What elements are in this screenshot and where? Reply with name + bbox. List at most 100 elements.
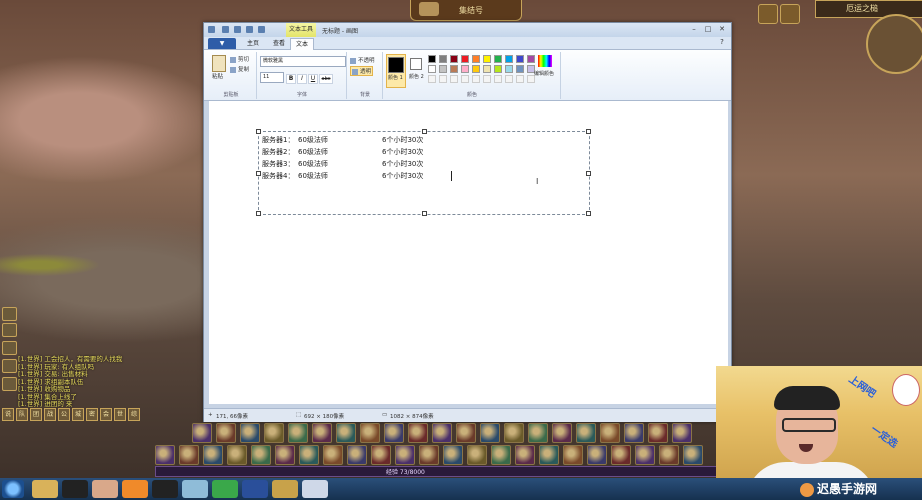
resize-handle[interactable] — [586, 171, 591, 176]
color1-button[interactable]: 颜色 1 — [386, 54, 406, 88]
tab-view[interactable]: 查看 — [266, 38, 292, 49]
chat-tab[interactable]: 团 — [30, 408, 42, 421]
folder-icon[interactable] — [32, 480, 58, 498]
action-slot-icon[interactable] — [336, 423, 356, 443]
palette-swatch[interactable] — [450, 65, 458, 73]
help-app-icon[interactable] — [122, 480, 148, 498]
palette-swatch[interactable] — [516, 65, 524, 73]
action-slot-icon[interactable] — [299, 445, 319, 465]
resize-handle[interactable] — [422, 211, 427, 216]
sword-icon[interactable] — [780, 4, 800, 24]
palette-swatch[interactable] — [527, 55, 535, 63]
customize-quick-access-icon[interactable] — [258, 26, 265, 33]
obs-icon[interactable] — [62, 480, 88, 498]
tab-file[interactable]: ▼ — [208, 38, 236, 49]
action-slot-icon[interactable] — [384, 423, 404, 443]
action-slot-icon[interactable] — [203, 445, 223, 465]
cut-button[interactable]: 剪切 — [230, 55, 249, 63]
redo-icon[interactable] — [246, 26, 253, 33]
action-slot-icon[interactable] — [312, 423, 332, 443]
palette-swatch[interactable] — [516, 55, 524, 63]
paint-icon[interactable] — [302, 480, 328, 498]
palette-swatch[interactable] — [472, 65, 480, 73]
palette-swatch[interactable] — [505, 55, 513, 63]
palette-swatch[interactable] — [439, 65, 447, 73]
transparent-button[interactable]: 透明 — [350, 66, 374, 76]
action-slot-icon[interactable] — [504, 423, 524, 443]
action-slot-icon[interactable] — [360, 423, 380, 443]
chat-social-icon[interactable] — [2, 323, 17, 337]
action-slot-icon[interactable] — [600, 423, 620, 443]
chat-tab[interactable]: 公 — [58, 408, 70, 421]
action-slot-icon[interactable] — [419, 445, 439, 465]
italic-button[interactable]: I — [297, 74, 307, 84]
action-slot-icon[interactable] — [515, 445, 535, 465]
help-icon[interactable]: ? — [716, 38, 728, 47]
palette-swatch[interactable] — [505, 65, 513, 73]
color2-button[interactable]: 颜色 2 — [408, 54, 426, 86]
font-size-select[interactable]: 11 — [260, 72, 284, 83]
edit-colors-button[interactable]: 编辑颜色 — [534, 70, 554, 77]
copy-button[interactable]: 复制 — [230, 65, 249, 73]
edit-colors-icon[interactable] — [538, 55, 552, 67]
maximize-icon[interactable]: □ — [702, 25, 714, 34]
buff-icon[interactable] — [758, 4, 778, 24]
action-slot-icon[interactable] — [611, 445, 631, 465]
resize-handle[interactable] — [422, 129, 427, 134]
palette-swatch[interactable] — [472, 55, 480, 63]
palette-swatch[interactable] — [428, 55, 436, 63]
palette-swatch[interactable] — [461, 55, 469, 63]
strikethrough-button[interactable]: abc — [319, 74, 333, 84]
save-icon[interactable] — [222, 26, 229, 33]
action-slot-icon[interactable] — [539, 445, 559, 465]
action-slot-icon[interactable] — [528, 423, 548, 443]
action-slot-icon[interactable] — [179, 445, 199, 465]
palette-swatch-empty[interactable] — [450, 75, 458, 83]
action-slot-icon[interactable] — [683, 445, 703, 465]
chat-tab[interactable]: 综 — [128, 408, 140, 421]
action-slot-icon[interactable] — [216, 423, 236, 443]
palette-swatch[interactable] — [483, 65, 491, 73]
chat-app-icon[interactable] — [182, 480, 208, 498]
undo-icon[interactable] — [234, 26, 241, 33]
opaque-button[interactable]: 不透明 — [350, 56, 375, 64]
action-slot-icon[interactable] — [552, 423, 572, 443]
action-slot-icon[interactable] — [443, 445, 463, 465]
text-box[interactable]: 服务器1： 60级法师 6个小时30次 服务器2： 60级法师 6个小时30次 服务器3… — [256, 129, 591, 216]
chat-tab[interactable]: 城 — [72, 408, 84, 421]
action-slot-icon[interactable] — [456, 423, 476, 443]
action-slot-icon[interactable] — [323, 445, 343, 465]
palette-swatch[interactable] — [494, 55, 502, 63]
action-slot-icon[interactable] — [480, 423, 500, 443]
chat-emote-icon[interactable] — [2, 341, 17, 355]
tab-home[interactable]: 主页 — [240, 38, 266, 49]
action-slot-icon[interactable] — [408, 423, 428, 443]
action-slot-icon[interactable] — [672, 423, 692, 443]
chat-tab[interactable]: 密 — [86, 408, 98, 421]
minimap[interactable] — [866, 14, 922, 74]
action-slot-icon[interactable] — [635, 445, 655, 465]
action-slot-icon[interactable] — [659, 445, 679, 465]
chat-scroll-bottom-icon[interactable] — [2, 377, 17, 391]
avatar-app-icon[interactable] — [92, 480, 118, 498]
action-slot-icon[interactable] — [192, 423, 212, 443]
start-button-icon[interactable] — [2, 480, 24, 498]
palette-swatch-empty[interactable] — [516, 75, 524, 83]
canvas[interactable]: 服务器1： 60级法师 6个小时30次 服务器2： 60级法师 6个小时30次 服务器3… — [209, 101, 728, 404]
action-slot-icon[interactable] — [371, 445, 391, 465]
resize-handle[interactable] — [256, 171, 261, 176]
chat-scroll-up-icon[interactable] — [2, 307, 17, 321]
chat-tab[interactable]: 战 — [44, 408, 56, 421]
action-slot-icon[interactable] — [251, 445, 271, 465]
action-slot-icon[interactable] — [288, 423, 308, 443]
tab-text[interactable]: 文本 — [290, 38, 314, 50]
recorder-icon[interactable] — [152, 480, 178, 498]
action-slot-icon[interactable] — [624, 423, 644, 443]
palette-swatch-empty[interactable] — [472, 75, 480, 83]
paste-icon[interactable] — [212, 55, 226, 72]
underline-button[interactable]: U — [308, 74, 318, 84]
action-slot-icon[interactable] — [395, 445, 415, 465]
action-slot-icon[interactable] — [587, 445, 607, 465]
palette-swatch[interactable] — [483, 55, 491, 63]
action-slot-icon[interactable] — [264, 423, 284, 443]
